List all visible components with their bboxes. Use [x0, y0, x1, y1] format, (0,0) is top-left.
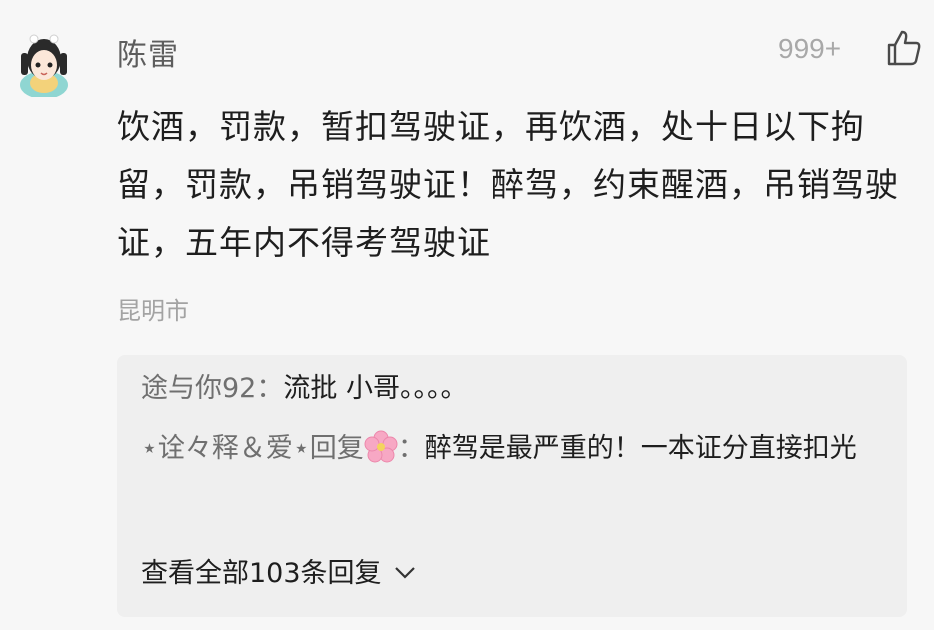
username[interactable]: 陈雷: [117, 30, 179, 74]
reply-text: 醉驾是最严重的！一本证分直接扣光: [424, 433, 857, 464]
reply-separator: ：: [256, 373, 284, 404]
cherry-blossom-icon: [364, 430, 398, 464]
like-count: 999+: [778, 33, 842, 64]
view-all-replies-button[interactable]: 查看全部103条回复: [141, 551, 416, 590]
reply-text: 流批 小哥。。。。: [283, 373, 468, 404]
avatar[interactable]: [14, 25, 74, 97]
comment-text: 饮酒，罚款，暂扣驾驶证，再饮酒，处十日以下拘留，罚款，吊销驾驶证！醉驾，约束醒酒…: [117, 107, 899, 262]
chevron-down-icon: [394, 556, 416, 587]
thumbs-up-icon[interactable]: [883, 28, 923, 68]
reply-item[interactable]: ⋆诠々释＆爱⋆回复 ：醉驾是最严重的！一本证分直接扣光: [141, 429, 881, 469]
reply-item[interactable]: 途与你92：流批 小哥。。。。: [141, 369, 881, 409]
reply-separator: ：: [397, 433, 425, 464]
reply-author[interactable]: 途与你92: [141, 373, 256, 404]
reply-author[interactable]: ⋆诠々释＆爱⋆回复: [141, 433, 364, 464]
view-all-replies-label: 查看全部103条回复: [141, 558, 382, 589]
replies-panel: 途与你92：流批 小哥。。。。 ⋆诠々释＆爱⋆回复 ：醉驾是最严重的！一本证分直…: [117, 355, 907, 617]
location-label: 昆明市: [117, 297, 189, 325]
